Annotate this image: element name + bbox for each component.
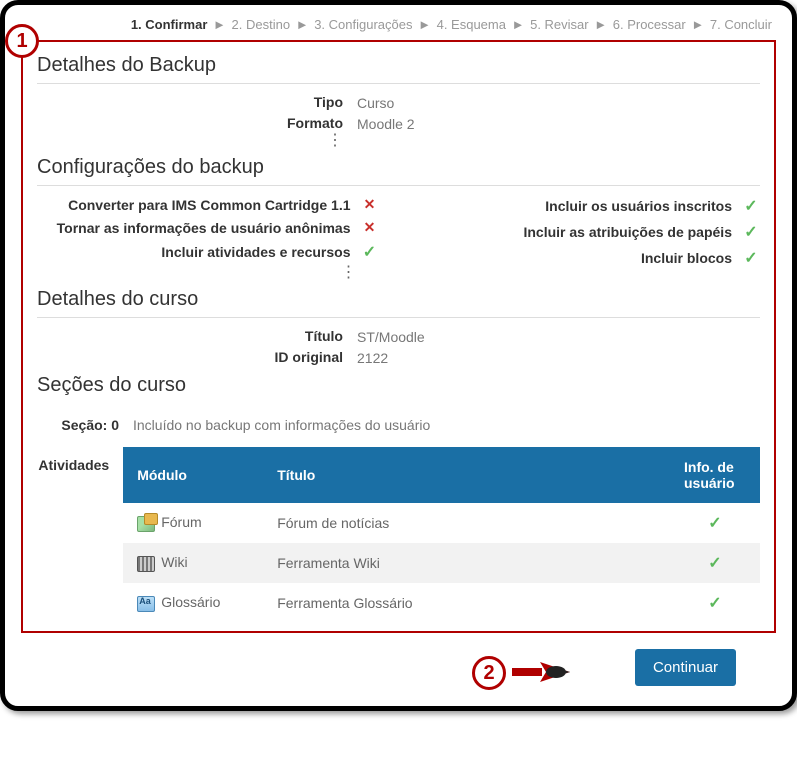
cell-title: Fórum de notícias [263, 503, 670, 543]
check-icon: ✓ [708, 555, 721, 572]
setting-label: Incluir blocos [419, 250, 733, 266]
setting-label: Tornar as informações de usuário anônima… [37, 220, 351, 236]
check-icon: ✓ [742, 248, 760, 268]
cross-icon: ✕ [361, 219, 379, 236]
setting-label: Incluir os usuários inscritos [419, 198, 733, 214]
step-sep-icon: ► [594, 17, 607, 32]
table-row: Glossário Ferramenta Glossário ✓ [123, 583, 760, 623]
footer-actions: Continuar [21, 649, 776, 686]
kv-format: Formato Moodle 2 [37, 115, 760, 132]
setting-label: Incluir atividades e recursos [37, 244, 351, 260]
setting-label: Converter para IMS Common Cartridge 1.1 [37, 197, 351, 213]
col-module: Módulo [123, 447, 263, 503]
backup-confirm-frame: 1. Confirmar ► 2. Destino ► 3. Configura… [0, 0, 797, 711]
kv-type-value: Curso [357, 94, 394, 111]
more-dots-icon: ⋮ [37, 136, 357, 148]
kv-course-title-label: Título [37, 328, 357, 344]
col-userinfo: Info. de usuário [670, 447, 760, 503]
step-sep-icon: ► [213, 17, 226, 32]
kv-course-id: ID original 2122 [37, 349, 760, 366]
backup-details-heading: Detalhes do Backup [37, 54, 760, 84]
section-0-label: Seção: 0 [37, 417, 133, 433]
module-name: Fórum [161, 514, 201, 530]
check-icon: ✓ [708, 595, 721, 612]
step-sep-icon: ► [296, 17, 309, 32]
setting-row: Tornar as informações de usuário anônima… [37, 219, 379, 236]
kv-type: Tipo Curso [37, 94, 760, 111]
activities-block: Atividades Módulo Título Info. de usuári… [37, 447, 760, 623]
table-row: Wiki Ferramenta Wiki ✓ [123, 543, 760, 583]
kv-course-title: Título ST/Moodle [37, 328, 760, 345]
check-icon: ✓ [742, 222, 760, 242]
step-confirmar: 1. Confirmar [131, 17, 208, 32]
module-name: Wiki [161, 554, 187, 570]
setting-row: Incluir atividades e recursos ✓ [37, 242, 379, 262]
table-row: Fórum Fórum de notícias ✓ [123, 503, 760, 543]
forum-icon [137, 516, 155, 532]
callout-1-badge: 1 [5, 24, 39, 58]
callout-2-wrap: 2 [472, 656, 572, 690]
section-0-note: Incluído no backup com informações do us… [133, 417, 430, 433]
backup-settings-heading: Configurações do backup [37, 156, 760, 186]
kv-format-label: Formato [37, 115, 357, 131]
kv-format-value: Moodle 2 [357, 115, 415, 132]
setting-row: Incluir as atribuições de papéis ✓ [419, 222, 761, 242]
highlight-region-1: 1 Detalhes do Backup Tipo Curso Formato … [21, 40, 776, 633]
wizard-steps: 1. Confirmar ► 2. Destino ► 3. Configura… [21, 13, 776, 40]
settings-col-left: Converter para IMS Common Cartridge 1.1 … [37, 196, 379, 280]
section-0-row: Seção: 0 Incluído no backup com informaç… [37, 417, 760, 433]
wiki-icon [137, 556, 155, 572]
step-revisar: 5. Revisar [530, 17, 589, 32]
cell-userinfo: ✓ [670, 503, 760, 543]
cell-module: Fórum [123, 503, 263, 543]
col-title: Título [263, 447, 670, 503]
setting-row: Incluir blocos ✓ [419, 248, 761, 268]
kv-course-title-value: ST/Moodle [357, 328, 425, 345]
callout-2-badge: 2 [472, 656, 506, 690]
check-icon: ✓ [361, 242, 379, 262]
step-processar: 6. Processar [613, 17, 686, 32]
cell-userinfo: ✓ [670, 543, 760, 583]
check-icon: ✓ [708, 515, 721, 532]
kv-course-id-value: 2122 [357, 349, 388, 366]
course-sections-heading: Seções do curso [37, 374, 760, 403]
setting-label: Incluir as atribuições de papéis [419, 224, 733, 240]
activities-table: Módulo Título Info. de usuário Fórum Fór… [123, 447, 760, 623]
cross-icon: ✕ [361, 196, 379, 213]
cell-userinfo: ✓ [670, 583, 760, 623]
settings-columns: Converter para IMS Common Cartridge 1.1 … [37, 196, 760, 280]
step-configuracoes: 3. Configurações [314, 17, 412, 32]
cell-module: Wiki [123, 543, 263, 583]
check-icon: ✓ [742, 196, 760, 216]
cell-module: Glossário [123, 583, 263, 623]
settings-col-right: Incluir os usuários inscritos ✓ Incluir … [419, 196, 761, 280]
activities-label: Atividades [37, 447, 123, 473]
step-sep-icon: ► [512, 17, 525, 32]
glossary-icon [137, 596, 155, 612]
step-esquema: 4. Esquema [437, 17, 506, 32]
more-dots-icon: ⋮ [37, 268, 379, 280]
step-destino: 2. Destino [232, 17, 291, 32]
setting-row: Converter para IMS Common Cartridge 1.1 … [37, 196, 379, 213]
step-sep-icon: ► [418, 17, 431, 32]
pointing-hand-icon [512, 658, 572, 689]
cell-title: Ferramenta Wiki [263, 543, 670, 583]
cell-title: Ferramenta Glossário [263, 583, 670, 623]
continue-button[interactable]: Continuar [635, 649, 736, 686]
kv-type-label: Tipo [37, 94, 357, 110]
setting-row: Incluir os usuários inscritos ✓ [419, 196, 761, 216]
step-sep-icon: ► [691, 17, 704, 32]
step-concluir: 7. Concluir [710, 17, 772, 32]
course-details-heading: Detalhes do curso [37, 288, 760, 318]
kv-course-id-label: ID original [37, 349, 357, 365]
module-name: Glossário [161, 594, 220, 610]
